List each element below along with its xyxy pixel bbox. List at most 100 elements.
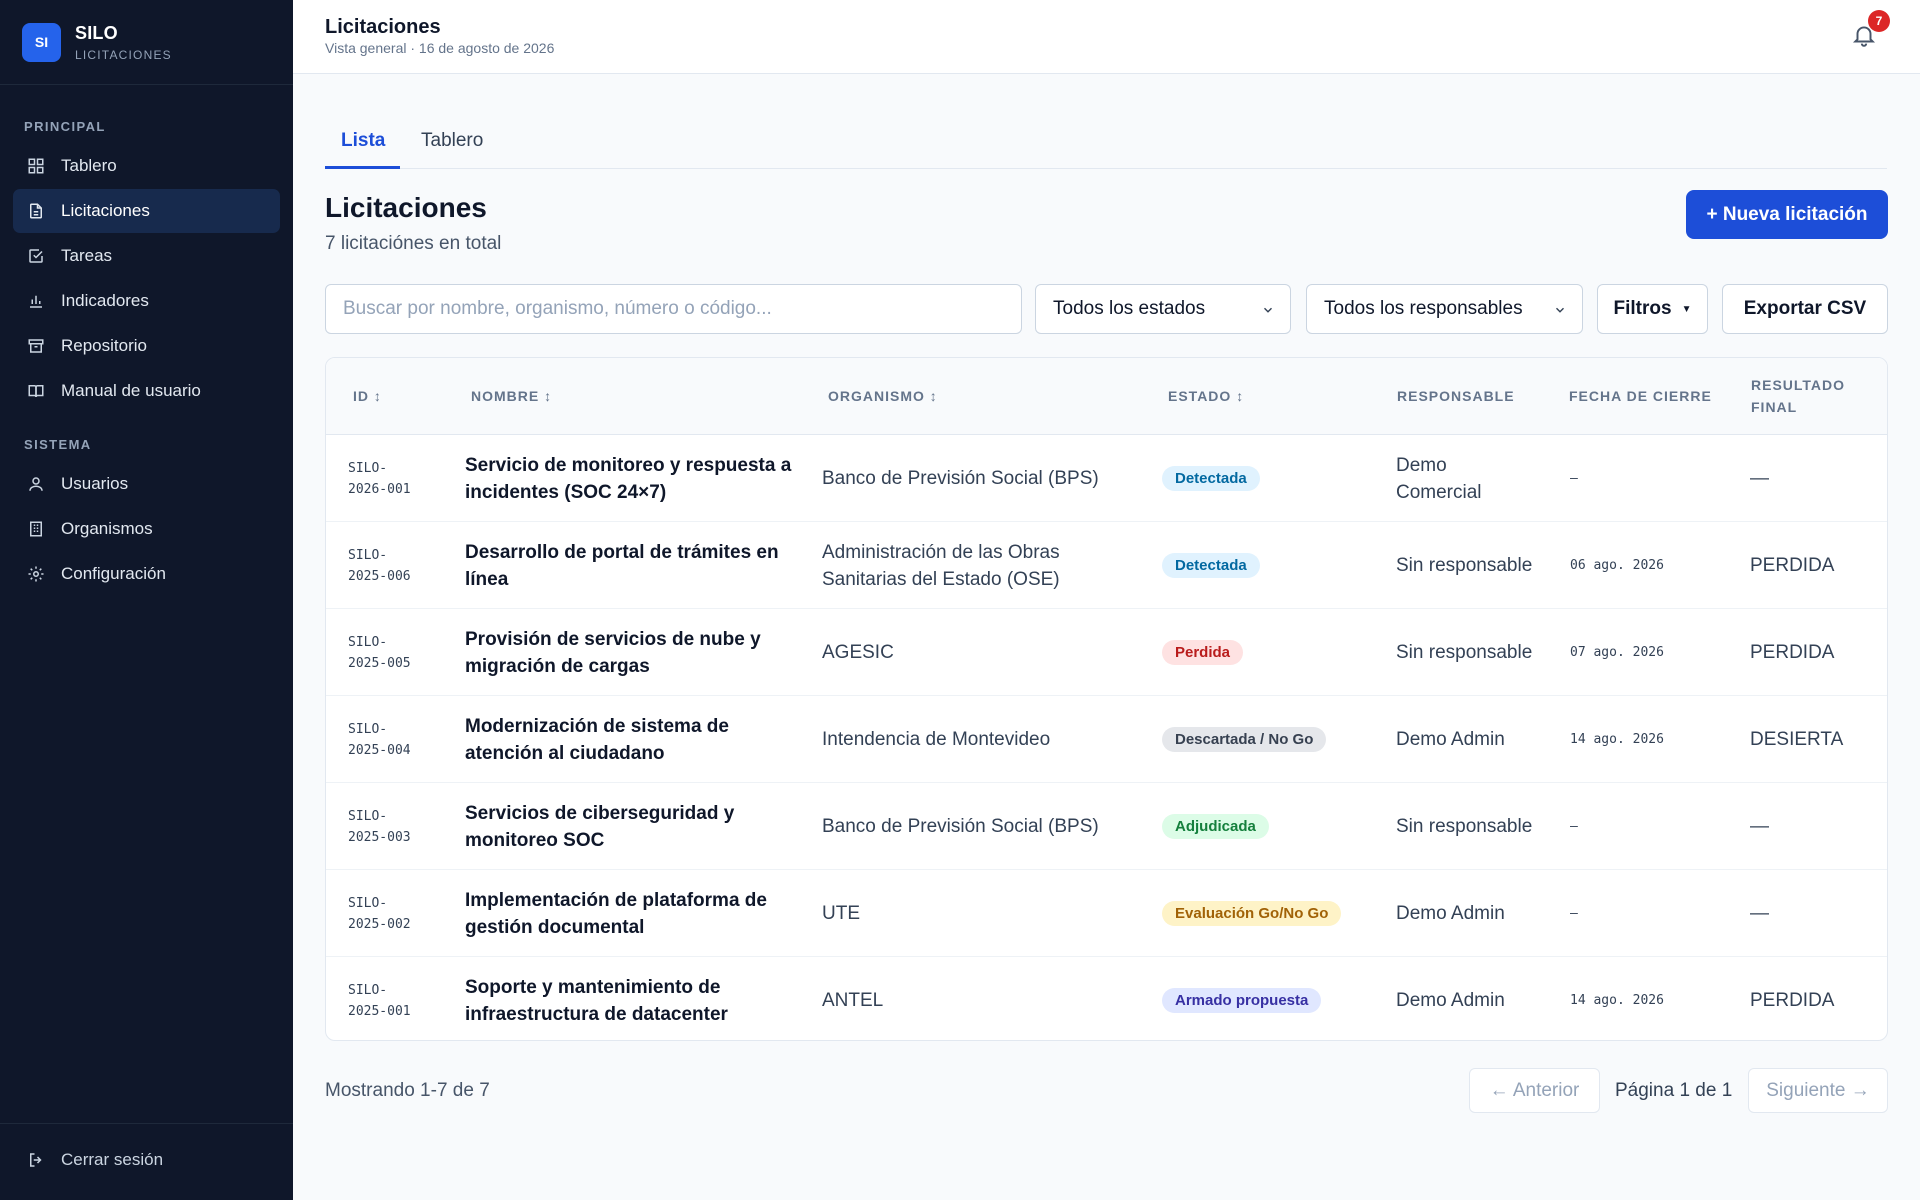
sidebar-item-indicadores[interactable]: Indicadores	[13, 279, 280, 323]
tab-lista[interactable]: Lista	[341, 130, 385, 152]
column-header-resultado: RESULTADO FINAL	[1751, 377, 1846, 415]
cell-fecha-cierre: –	[1570, 870, 1730, 957]
export-csv-button[interactable]: Exportar CSV	[1722, 284, 1888, 334]
new-tender-button[interactable]: + Nueva licitación	[1686, 190, 1888, 239]
cell-fecha-cierre: 07 ago. 2026	[1570, 609, 1730, 696]
sidebar-item-label: Repositorio	[61, 336, 147, 355]
table-row[interactable]: SILO- 2026-001 Servicio de monitoreo y res…	[326, 435, 1887, 522]
cell-responsable: Demo Comercial	[1396, 435, 1536, 522]
sidebar-item-label: Usuarios	[61, 474, 129, 493]
filters-button-label: Filtros	[1613, 298, 1672, 319]
brand: SI SILO LICITACIONES	[0, 0, 293, 85]
cell-resultado: PERDIDA	[1750, 609, 1880, 696]
id-prefix: SILO-	[348, 460, 388, 476]
search-input[interactable]: Buscar por nombre, organismo, número o c…	[325, 284, 1022, 334]
column-header-nombre[interactable]: NOMBRE ↕	[471, 385, 552, 407]
showing-count: Mostrando 1-7 de 7	[325, 1080, 490, 1101]
sidebar-item-tablero[interactable]: Tablero	[13, 144, 280, 188]
table-row[interactable]: SILO- 2025-001 Soporte y mantenimiento de …	[326, 957, 1887, 1040]
status-badge: Detectada	[1162, 466, 1260, 491]
closing-date: –	[1570, 819, 1578, 834]
sidebar-item-licitaciones[interactable]: Licitaciones	[13, 189, 280, 233]
cell-nombre[interactable]: Servicios de ciberseguridad y monitoreo …	[465, 783, 795, 870]
cell-id: SILO- 2025-006	[348, 522, 448, 609]
cell-nombre[interactable]: Provisión de servicios de nube y migraci…	[465, 609, 795, 696]
gear-icon	[28, 566, 44, 582]
logout-button[interactable]: Cerrar sesión	[27, 1150, 163, 1170]
id-prefix: SILO-	[348, 982, 388, 998]
cell-fecha-cierre: 06 ago. 2026	[1570, 522, 1730, 609]
state-select[interactable]: Todos los estados	[1035, 284, 1291, 334]
filters-button[interactable]: Filtros ▼	[1597, 284, 1708, 334]
sidebar-item-tareas[interactable]: Tareas	[13, 234, 280, 278]
cell-resultado: —	[1750, 435, 1880, 522]
organismo-name: Administración de las Obras Sanitarias d…	[822, 541, 1060, 590]
tender-name[interactable]: Implementación de plataforma de gestión …	[465, 887, 795, 941]
id-number: 2025-001	[348, 1003, 411, 1019]
closing-date: –	[1570, 471, 1578, 486]
cell-nombre[interactable]: Implementación de plataforma de gestión …	[465, 870, 795, 957]
sidebar-item-label: Licitaciones	[61, 201, 150, 220]
state-select-value: Todos los estados	[1053, 298, 1206, 319]
checkbox-icon	[29, 249, 43, 263]
cell-fecha-cierre: –	[1570, 783, 1730, 870]
notification-badge: 7	[1868, 10, 1890, 32]
cell-nombre[interactable]: Soporte y mantenimiento de infraestructu…	[465, 957, 795, 1040]
cell-nombre[interactable]: Modernización de sistema de atención al …	[465, 696, 795, 783]
tender-name[interactable]: Servicio de monitoreo y respuesta a inci…	[465, 452, 795, 506]
id-prefix: SILO-	[348, 547, 388, 563]
archive-icon	[28, 339, 44, 353]
owner-select-value: Todos los responsables	[1324, 298, 1523, 319]
users-icon	[29, 477, 43, 491]
closing-date: 07 ago. 2026	[1570, 645, 1664, 660]
owner-select[interactable]: Todos los responsables	[1306, 284, 1583, 334]
active-tab-indicator	[325, 166, 400, 169]
table-row[interactable]: SILO- 2025-006 Desarrollo de portal de trá…	[326, 522, 1887, 609]
cell-nombre[interactable]: Desarrollo de portal de trámites en líne…	[465, 522, 795, 609]
status-badge: Detectada	[1162, 553, 1260, 578]
cell-id: SILO- 2025-005	[348, 609, 448, 696]
cell-resultado: PERDIDA	[1750, 522, 1880, 609]
previous-page-button[interactable]: ← Anterior	[1469, 1068, 1600, 1113]
tender-name[interactable]: Modernización de sistema de atención al …	[465, 713, 795, 767]
sidebar-item-repositorio[interactable]: Repositorio	[13, 324, 280, 368]
header-title: Licitaciones	[325, 16, 441, 38]
cell-estado: Detectada	[1162, 522, 1382, 609]
next-page-button[interactable]: Siguiente →	[1748, 1068, 1888, 1113]
sidebar-item-usuarios[interactable]: Usuarios	[13, 462, 280, 506]
table-row[interactable]: SILO- 2025-002 Implementación de plataform…	[326, 870, 1887, 957]
sidebar-item-label: Manual de usuario	[61, 381, 201, 400]
cell-organismo: Banco de Previsión Social (BPS)	[822, 435, 1142, 522]
column-header-responsable: RESPONSABLE	[1397, 388, 1515, 404]
column-header-organismo[interactable]: ORGANISMO ↕	[828, 385, 938, 407]
status-badge: Descartada / No Go	[1162, 727, 1327, 752]
app-logo: SI	[22, 22, 61, 62]
table-row[interactable]: SILO- 2025-005 Provisión de servicios de n…	[326, 609, 1887, 696]
owner-name: Demo Admin	[1396, 903, 1505, 924]
table-row[interactable]: SILO- 2025-004 Modernización de sistema de…	[326, 696, 1887, 783]
tender-name[interactable]: Desarrollo de portal de trámites en líne…	[465, 539, 795, 593]
column-header-fecha-cierre: FECHA DE CIERRE	[1569, 388, 1712, 404]
table-row[interactable]: SILO- 2025-003 Servicios de ciberseguridad…	[326, 783, 1887, 870]
logout-icon	[30, 1153, 42, 1167]
tender-name[interactable]: Servicios de ciberseguridad y monitoreo …	[465, 800, 795, 854]
final-result: PERDIDA	[1750, 989, 1835, 1011]
sidebar-item-organismos[interactable]: Organismos	[13, 507, 280, 551]
closing-date: –	[1570, 906, 1578, 921]
column-header-id[interactable]: ID ↕	[353, 385, 382, 407]
building-icon	[30, 521, 42, 537]
tab-tablero[interactable]: Tablero	[421, 130, 483, 152]
cell-organismo: AGESIC	[822, 609, 1142, 696]
tender-name[interactable]: Provisión de servicios de nube y migraci…	[465, 626, 795, 680]
final-result: —	[1750, 467, 1769, 489]
final-result: PERDIDA	[1750, 641, 1835, 663]
cell-nombre[interactable]: Servicio de monitoreo y respuesta a inci…	[465, 435, 795, 522]
sidebar-item-label: Organismos	[61, 519, 153, 538]
final-result: —	[1750, 815, 1769, 837]
sidebar-item-manual[interactable]: Manual de usuario	[13, 369, 280, 413]
cell-responsable: Sin responsable	[1396, 522, 1536, 609]
sidebar-item-configuracion[interactable]: Configuración	[13, 552, 280, 596]
column-header-estado[interactable]: ESTADO ↕	[1168, 385, 1244, 407]
tender-name[interactable]: Soporte y mantenimiento de infraestructu…	[465, 974, 795, 1028]
table-header: ID ↕ NOMBRE ↕ ORGANISMO ↕ ESTADO ↕ RESPO…	[326, 358, 1887, 435]
